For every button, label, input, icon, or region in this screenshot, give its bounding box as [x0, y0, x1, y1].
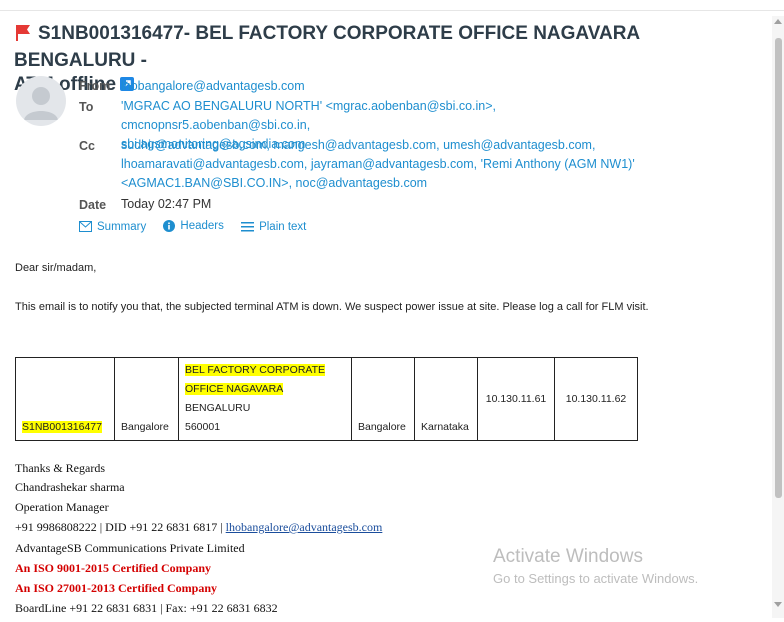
sig-email-link[interactable]: lhobangalore@advantagesb.com — [226, 520, 383, 534]
sig-thanks: Thanks & Regards — [15, 461, 105, 475]
terminal-id-cell: S1NB001316477 — [15, 357, 115, 441]
ip2-cell: 10.130.11.62 — [554, 357, 638, 441]
from-label: From — [79, 79, 111, 93]
greeting: Dear sir/madam, — [15, 262, 97, 274]
envelope-icon — [79, 221, 92, 232]
to-line-1[interactable]: 'MGRAC AO BENGALURU NORTH' <mgrac.aobenb… — [121, 99, 496, 132]
sig-iso-9001: An ISO 9001-2015 Certified Company — [15, 561, 212, 575]
flag-icon[interactable] — [14, 24, 32, 49]
plain-text-label[interactable]: Plain text — [259, 221, 306, 233]
cc-line-2[interactable]: lhoamaravati@advantagesb.com, jayraman@a… — [121, 157, 635, 171]
activate-windows-subtitle: Go to Settings to activate Windows. — [493, 571, 699, 586]
scroll-thumb[interactable] — [775, 38, 782, 498]
headers-label[interactable]: Headers — [180, 220, 223, 232]
date-label: Date — [79, 198, 107, 212]
plain-text-link[interactable]: Plain text — [241, 221, 306, 233]
address-cell: BEL FACTORY CORPORATE OFFICE NAGAVARA BE… — [178, 357, 352, 441]
sig-iso-27001: An ISO 27001-2013 Certified Company — [15, 581, 218, 595]
cc-line-1[interactable]: sudhir@advantagesb.com, mangesh@advantag… — [121, 138, 595, 152]
from-value[interactable]: lhobangalore@advantagesb.com — [121, 77, 681, 96]
address-pin: 560001 — [185, 421, 221, 433]
message-text: This email is to notify you that, the su… — [15, 301, 649, 313]
lines-icon — [241, 222, 255, 232]
info-icon — [163, 220, 176, 232]
sig-company: AdvantageSB Communications Private Limit… — [15, 541, 245, 555]
scroll-down-arrow-icon[interactable] — [774, 602, 782, 608]
headers-link[interactable]: Headers — [163, 220, 224, 232]
ip1-cell: 10.130.11.61 — [477, 357, 555, 441]
to-label: To — [79, 100, 94, 114]
view-links: Summary Headers Plain text — [79, 220, 320, 235]
vertical-scrollbar[interactable] — [772, 16, 784, 618]
address-line-2: OFFICE NAGAVARA — [185, 383, 283, 395]
sig-name: Chandrashekar sharma — [15, 480, 125, 494]
sig-boardline: BoardLine +91 22 6831 6831 | Fax: +91 22… — [15, 601, 278, 615]
region-cell: Bangalore — [351, 357, 415, 441]
cc-line-3[interactable]: <AGMAC1.BAN@SBI.CO.IN>, noc@advantagesb.… — [121, 176, 427, 190]
terminal-id: S1NB001316477 — [22, 421, 102, 433]
top-border — [0, 0, 784, 11]
subject-line-1: S1NB001316477- BEL FACTORY CORPORATE OFF… — [14, 23, 640, 71]
city-cell: Bangalore — [114, 357, 179, 441]
sig-phone: +91 9986808222 | DID +91 22 6831 6817 | … — [15, 520, 382, 535]
activate-windows-title: Activate Windows — [493, 546, 643, 567]
cc-label: Cc — [79, 139, 95, 153]
from-address[interactable]: lhobangalore@advantagesb.com — [121, 79, 305, 93]
atm-table: S1NB001316477 Bangalore BEL FACTORY CORP… — [15, 357, 638, 441]
address-city: BENGALURU — [185, 402, 251, 414]
summary-label[interactable]: Summary — [97, 221, 146, 233]
cc-value[interactable]: sudhir@advantagesb.com, mangesh@advantag… — [121, 136, 681, 193]
state-cell: Karnataka — [414, 357, 478, 441]
sender-avatar — [16, 76, 66, 126]
date-value: Today 02:47 PM — [121, 197, 212, 211]
scroll-up-arrow-icon[interactable] — [774, 18, 782, 24]
person-icon — [24, 87, 58, 120]
table-row: S1NB001316477 Bangalore BEL FACTORY CORP… — [15, 357, 638, 441]
sig-title: Operation Manager — [15, 500, 109, 514]
summary-link[interactable]: Summary — [79, 221, 146, 233]
sig-phone-text: +91 9986808222 | DID +91 22 6831 6817 | — [15, 520, 226, 534]
address-line-1: BEL FACTORY CORPORATE — [185, 364, 326, 376]
